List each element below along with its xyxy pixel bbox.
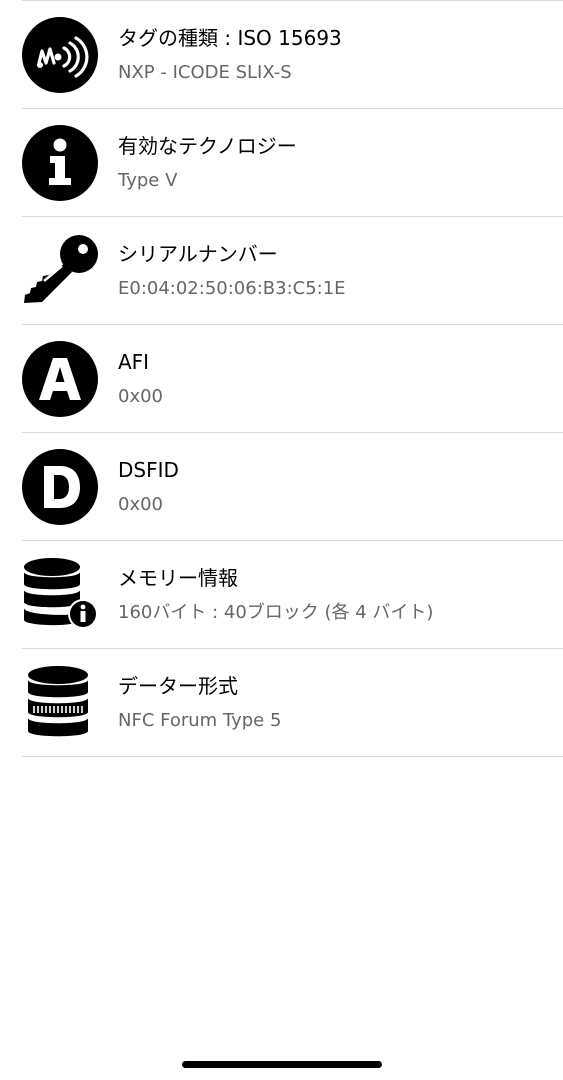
letter-d-icon	[22, 449, 98, 525]
afi-title: AFI	[118, 350, 150, 374]
list-item-serial-number[interactable]: シリアルナンバー E0:04:02:50:06:B3:C5:1E	[22, 217, 563, 325]
list-item-memory-info[interactable]: メモリー情報 160バイト : 40ブロック (各 4 バイト)	[22, 541, 563, 649]
nfc-tag-icon	[22, 17, 98, 93]
data-format-title: データー形式	[118, 674, 238, 698]
data-format-value: NFC Forum Type 5	[118, 710, 282, 731]
list-item-technologies[interactable]: 有効なテクノロジー Type V	[22, 109, 563, 217]
info-icon	[22, 125, 98, 201]
afi-value: 0x00	[118, 386, 164, 407]
list-item-tag-type[interactable]: タグの種類 : ISO 15693 NXP - ICODE SLIX-S	[22, 1, 563, 109]
tag-type-title: タグの種類 : ISO 15693	[118, 26, 342, 50]
database-info-icon	[22, 557, 98, 633]
dsfid-value: 0x00	[118, 494, 164, 515]
serial-number-value: E0:04:02:50:06:B3:C5:1E	[118, 278, 346, 299]
memory-info-title: メモリー情報	[118, 566, 238, 590]
database-barcode-icon	[22, 665, 98, 741]
dsfid-title: DSFID	[118, 458, 179, 482]
tag-info-list: タグの種類 : ISO 15693 NXP - ICODE SLIX-S 有効な…	[0, 1, 563, 757]
list-item-data-format[interactable]: データー形式 NFC Forum Type 5	[22, 649, 563, 757]
serial-number-title: シリアルナンバー	[118, 242, 278, 266]
memory-info-value: 160バイト : 40ブロック (各 4 バイト)	[118, 602, 434, 623]
home-indicator[interactable]	[182, 1061, 382, 1068]
list-item-dsfid[interactable]: DSFID 0x00	[22, 433, 563, 541]
technologies-title: 有効なテクノロジー	[118, 134, 297, 158]
tag-type-value: NXP - ICODE SLIX-S	[118, 62, 292, 83]
key-icon	[22, 233, 98, 309]
technologies-value: Type V	[118, 170, 178, 191]
list-item-afi[interactable]: AFI 0x00	[22, 325, 563, 433]
letter-a-icon	[22, 341, 98, 417]
